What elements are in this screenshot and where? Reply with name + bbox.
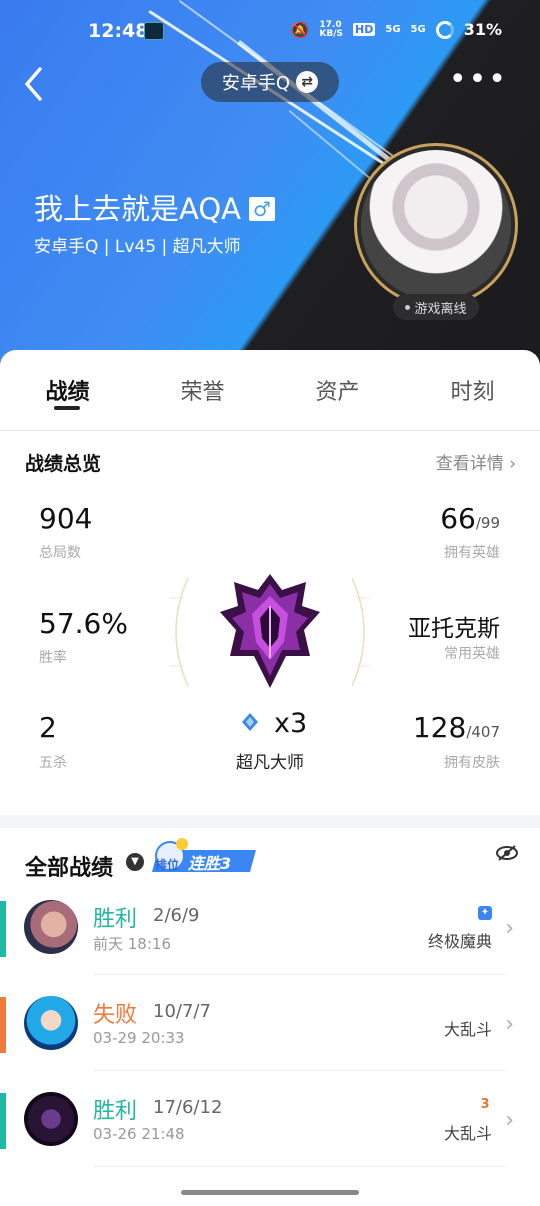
match-result: 胜利 bbox=[93, 907, 138, 932]
match-mode: 大乱斗 bbox=[443, 1124, 492, 1143]
total-games-value: 904 bbox=[39, 502, 93, 535]
row-divider bbox=[93, 1166, 505, 1167]
match-kda: 17/6/12 bbox=[153, 1097, 223, 1118]
owned-skins-count: 128 bbox=[412, 711, 467, 744]
winrate-value: 57.6% bbox=[39, 607, 128, 640]
win-indicator bbox=[0, 1093, 6, 1149]
filter-dropdown-icon[interactable]: ▼ bbox=[126, 853, 144, 871]
owned-skins-value: 128/407 bbox=[340, 711, 500, 744]
chevron-right-icon: › bbox=[505, 1012, 514, 1037]
rank-diamond-icon bbox=[242, 713, 258, 731]
tab-bar: 战绩 荣誉 资产 时刻 bbox=[0, 350, 540, 432]
account-switch-label: 安卓手Q bbox=[221, 73, 291, 94]
signal-1: 5G bbox=[385, 24, 401, 35]
swap-icon: ⇄ bbox=[296, 71, 319, 93]
owned-skins-label: 拥有皮肤 bbox=[444, 755, 500, 771]
avatar[interactable] bbox=[354, 143, 518, 307]
match-row[interactable]: 胜利 2/6/9 前天 18:16 ✦ 终极魔典 › bbox=[0, 898, 540, 994]
champion-avatar bbox=[24, 900, 78, 954]
match-result: 胜利 bbox=[93, 1099, 138, 1124]
tab-honor[interactable]: 荣誉 bbox=[135, 350, 270, 432]
champion-avatar bbox=[24, 1092, 78, 1146]
view-details-link[interactable]: 查看详情 › bbox=[436, 449, 516, 474]
more-icon[interactable]: ••• bbox=[449, 65, 508, 95]
net-speed: 17.0 KB/S bbox=[319, 19, 344, 39]
chevron-right-icon: › bbox=[509, 454, 516, 474]
chevron-right-icon: › bbox=[505, 916, 514, 941]
total-games-label: 总局数 bbox=[39, 545, 81, 561]
player-subtitle: 安卓手Q | Lv45 | 超凡大师 bbox=[34, 237, 241, 257]
match-mode: 大乱斗 bbox=[443, 1020, 492, 1039]
player-name-text: 我上去就是AQA bbox=[34, 192, 241, 226]
battery-icon bbox=[435, 20, 454, 39]
loss-indicator bbox=[0, 997, 6, 1053]
view-details-text: 查看详情 bbox=[435, 454, 504, 474]
champion-avatar bbox=[24, 996, 78, 1050]
back-icon[interactable] bbox=[22, 66, 52, 101]
winrate-label: 胜率 bbox=[39, 650, 67, 666]
avatar-image bbox=[361, 150, 511, 300]
owned-champs-label: 拥有英雄 bbox=[444, 545, 500, 561]
status-time: 12:48 bbox=[88, 20, 149, 42]
rank-count: x3 bbox=[274, 708, 308, 739]
overview-title: 战绩总览 bbox=[25, 453, 102, 475]
app-root: 12:48 🔕 17.0 KB/S HD 5G 5G 31% 安卓手Q ⇄ ••… bbox=[0, 0, 540, 1206]
status-dot-icon bbox=[405, 304, 411, 310]
online-status-badge: 游戏离线 bbox=[393, 294, 479, 320]
row-divider bbox=[93, 1070, 505, 1071]
match-result: 失败 bbox=[93, 1003, 138, 1028]
match-time: 前天 18:16 bbox=[93, 935, 171, 953]
streak-tag: 排位 bbox=[155, 858, 180, 872]
master-rank-emblem-icon bbox=[220, 574, 320, 688]
match-kda: 2/6/9 bbox=[153, 905, 200, 926]
status-right: 🔕 17.0 KB/S HD 5G 5G 31% bbox=[291, 20, 502, 39]
win-indicator bbox=[0, 901, 6, 957]
row-divider bbox=[93, 974, 505, 975]
hide-eye-icon[interactable] bbox=[496, 844, 518, 862]
app-notification-icon bbox=[144, 22, 164, 40]
mute-icon: 🔕 bbox=[290, 20, 310, 39]
pentakills-value: 2 bbox=[39, 711, 57, 744]
account-switch-button[interactable]: 安卓手Q ⇄ bbox=[201, 62, 339, 102]
tab-record[interactable]: 战绩 bbox=[0, 350, 135, 432]
streak-text: 连胜3 bbox=[188, 854, 232, 873]
signal-2: 5G bbox=[410, 24, 426, 35]
player-name: 我上去就是AQA ♂ bbox=[34, 186, 275, 228]
match-time: 03-29 20:33 bbox=[93, 1029, 185, 1047]
rank-name: 超凡大师 bbox=[236, 753, 304, 773]
status-bar: 12:48 🔕 17.0 KB/S HD 5G 5G 31% bbox=[0, 0, 540, 62]
pentakills-label: 五杀 bbox=[39, 755, 67, 771]
match-list-title[interactable]: 全部战绩 bbox=[25, 850, 113, 882]
owned-champs-value: 66/99 bbox=[360, 502, 500, 535]
tab-moments[interactable]: 时刻 bbox=[405, 350, 540, 432]
home-indicator[interactable] bbox=[181, 1190, 359, 1195]
match-row[interactable]: 胜利 17/6/12 03-26 21:48 3 大乱斗 › bbox=[0, 1090, 540, 1186]
chevron-right-icon: › bbox=[505, 1108, 514, 1133]
match-kda: 10/7/7 bbox=[153, 1001, 211, 1022]
profile-header: 12:48 🔕 17.0 KB/S HD 5G 5G 31% 安卓手Q ⇄ ••… bbox=[0, 0, 540, 380]
male-icon: ♂ bbox=[249, 197, 275, 221]
owned-champs-count: 66 bbox=[440, 502, 476, 535]
common-champ-label: 常用英雄 bbox=[444, 646, 500, 662]
match-row[interactable]: 失败 10/7/7 03-29 20:33 大乱斗 › bbox=[0, 994, 540, 1090]
triple-kill-icon: 3 bbox=[480, 1097, 490, 1112]
hd-icon: HD bbox=[353, 23, 376, 36]
owned-champs-total: /99 bbox=[475, 514, 500, 532]
owned-skins-total: /407 bbox=[466, 723, 500, 741]
online-status-text: 游戏离线 bbox=[414, 301, 467, 317]
tab-assets[interactable]: 资产 bbox=[270, 350, 405, 432]
ultimate-spellbook-icon: ✦ bbox=[478, 906, 492, 920]
active-tab-indicator bbox=[54, 406, 80, 410]
match-time: 03-26 21:48 bbox=[93, 1125, 185, 1143]
match-mode: 终极魔典 bbox=[427, 932, 492, 951]
battery-percent: 31% bbox=[463, 20, 502, 39]
